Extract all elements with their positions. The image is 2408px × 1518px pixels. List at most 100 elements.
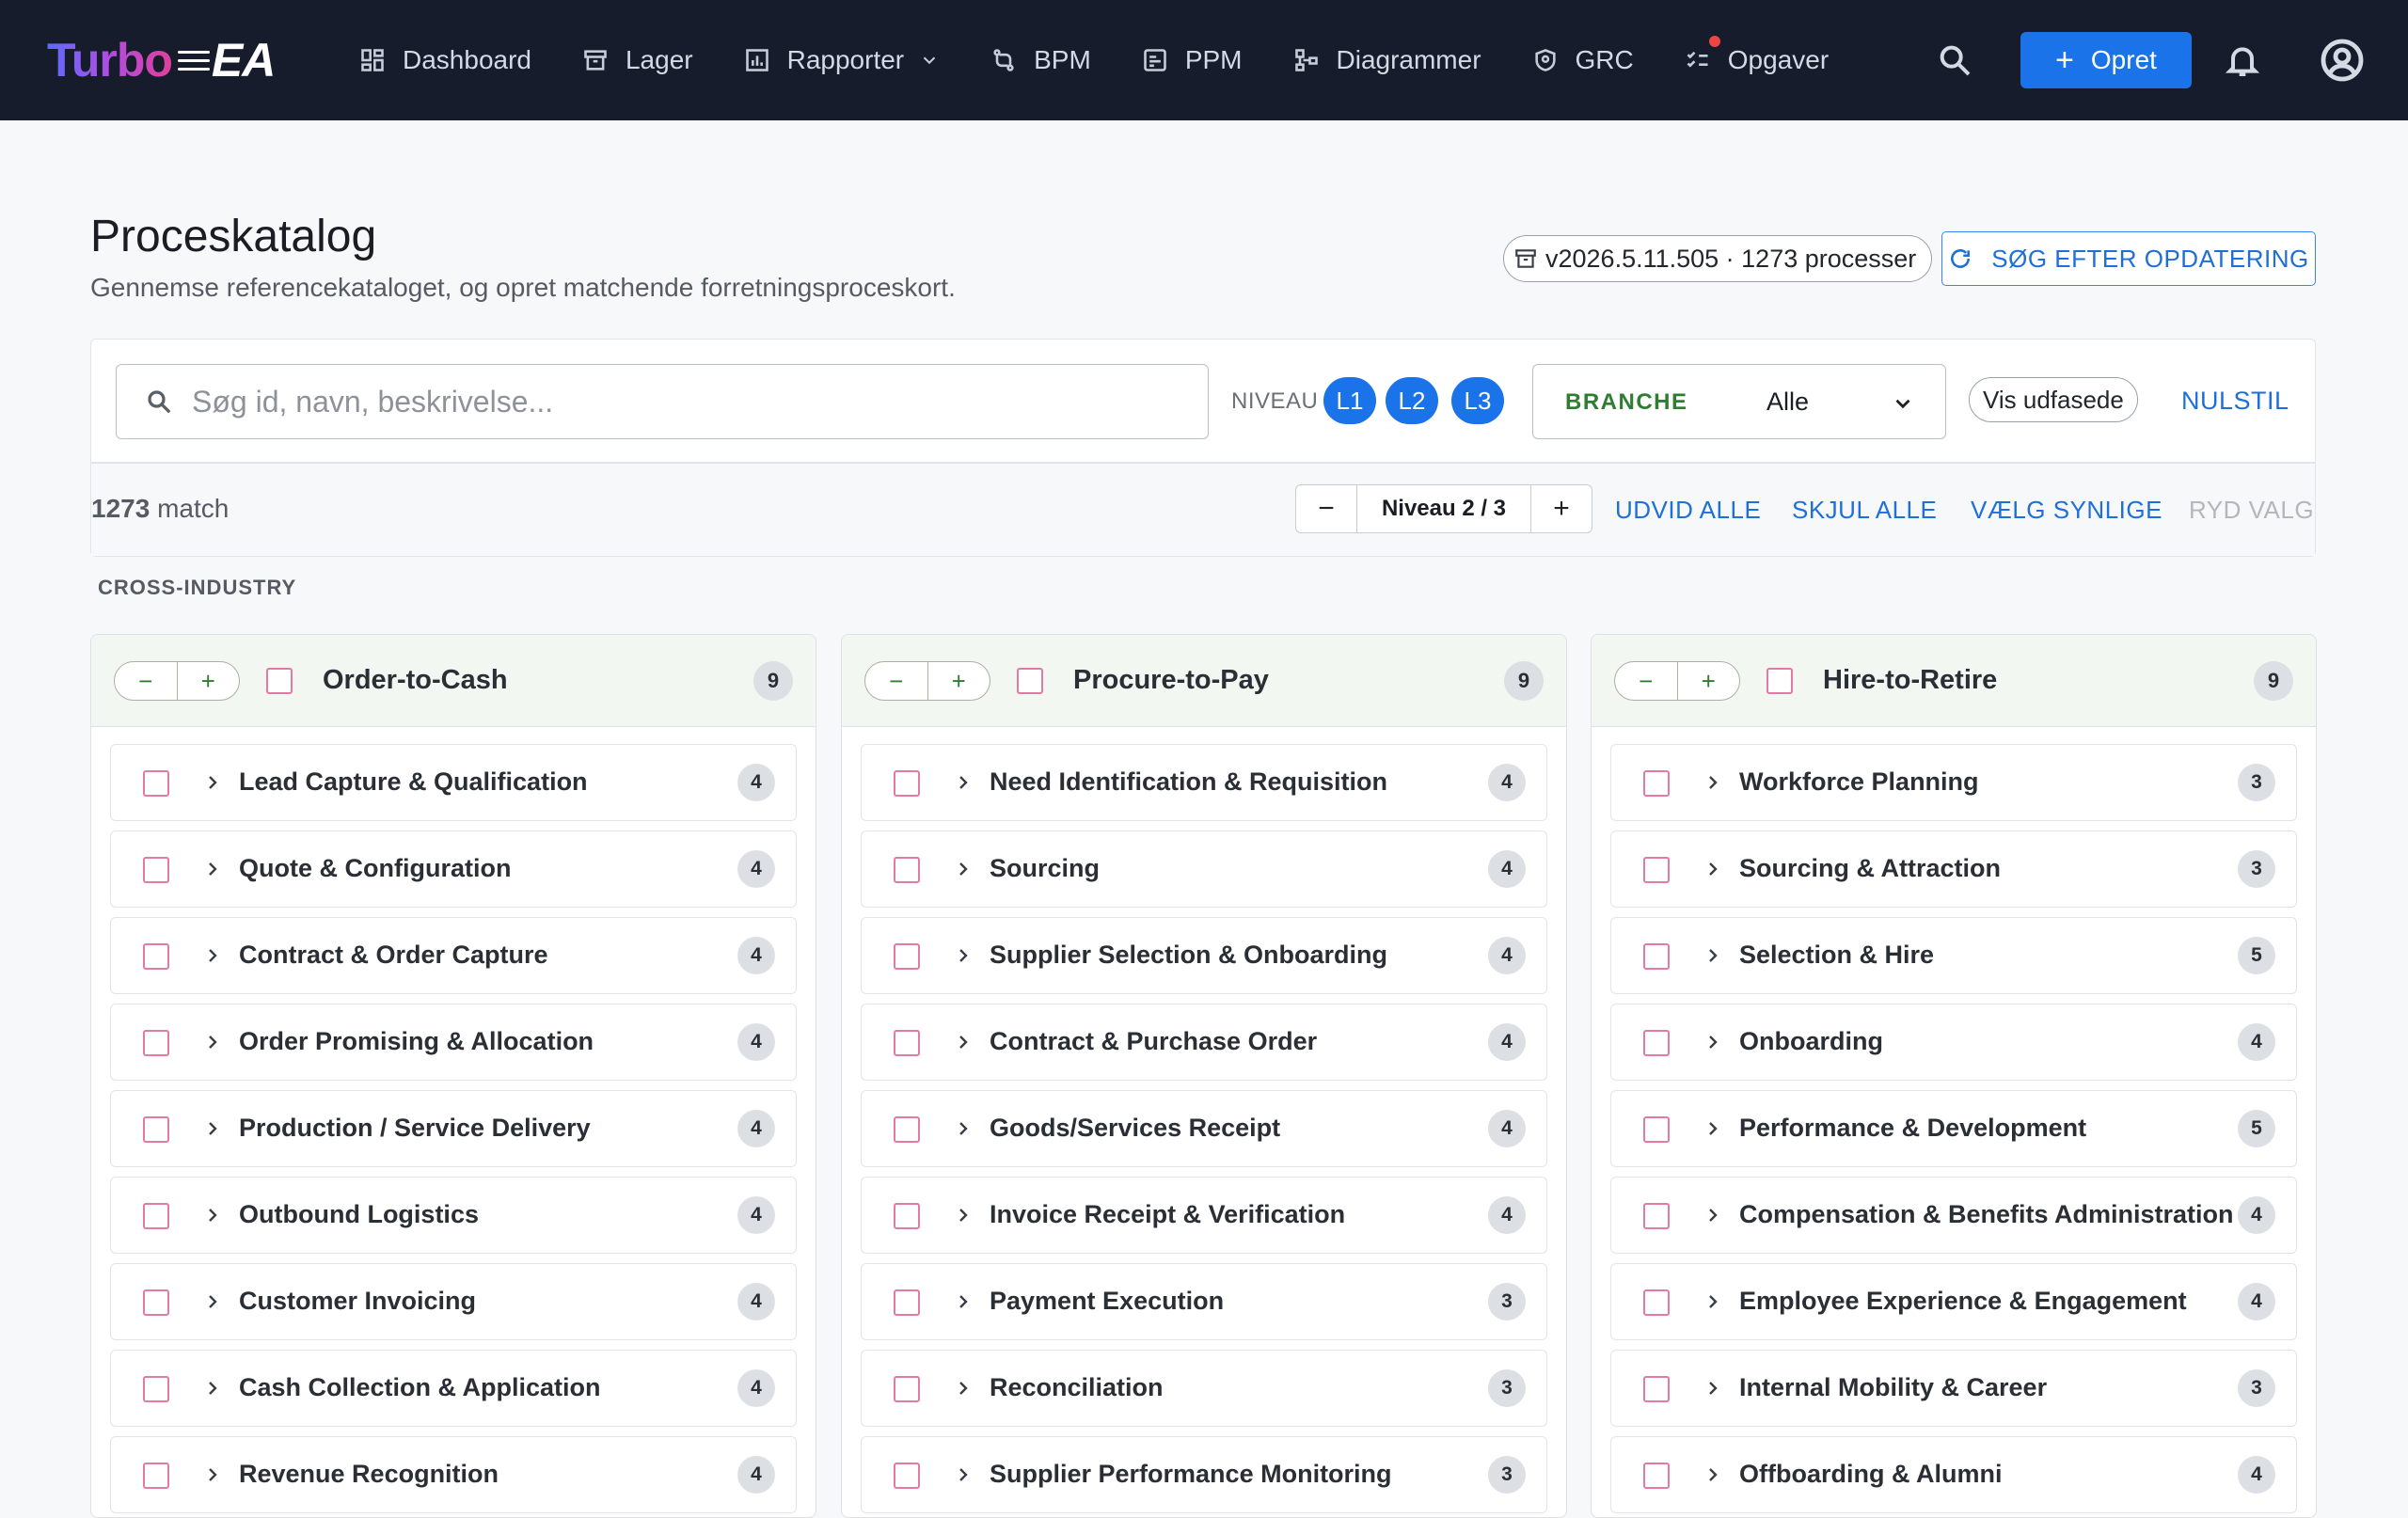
process-row[interactable]: Supplier Selection & Onboarding 4 (861, 917, 1547, 994)
chevron-right-icon[interactable] (1702, 942, 1724, 969)
process-row[interactable]: Need Identification & Requisition 4 (861, 744, 1547, 821)
process-row[interactable]: Outbound Logistics 4 (110, 1177, 797, 1254)
chevron-right-icon[interactable] (201, 1115, 224, 1142)
process-row[interactable]: Production / Service Delivery 4 (110, 1090, 797, 1167)
process-row[interactable]: Contract & Purchase Order 4 (861, 1004, 1547, 1081)
process-row[interactable]: Offboarding & Alumni 4 (1610, 1436, 2297, 1513)
collapse-button[interactable]: − (115, 662, 177, 700)
row-checkbox[interactable] (894, 770, 920, 797)
row-checkbox[interactable] (143, 1030, 169, 1056)
process-row[interactable]: Internal Mobility & Career 3 (1610, 1350, 2297, 1427)
nav-ppm[interactable]: PPM (1140, 0, 1243, 120)
nav-dashboard[interactable]: Dashboard (357, 0, 531, 120)
branche-select[interactable]: BRANCHE Alle (1532, 364, 1946, 439)
row-checkbox[interactable] (143, 1289, 169, 1316)
chevron-right-icon[interactable] (1702, 769, 1724, 796)
chevron-right-icon[interactable] (1702, 1115, 1724, 1142)
collapse-button[interactable]: − (865, 662, 927, 700)
row-checkbox[interactable] (1643, 770, 1670, 797)
row-checkbox[interactable] (894, 1463, 920, 1489)
column-checkbox[interactable] (1017, 668, 1043, 694)
nav-lager[interactable]: Lager (580, 0, 693, 120)
process-row[interactable]: Compensation & Benefits Administration 4 (1610, 1177, 2297, 1254)
chevron-right-icon[interactable] (952, 1289, 974, 1315)
chevron-right-icon[interactable] (1702, 1289, 1724, 1315)
row-checkbox[interactable] (894, 857, 920, 883)
expand-all-button[interactable]: UDVID ALLE (1615, 496, 1761, 525)
row-checkbox[interactable] (894, 1289, 920, 1316)
process-row[interactable]: Quote & Configuration 4 (110, 830, 797, 908)
row-checkbox[interactable] (894, 1376, 920, 1402)
process-row[interactable]: Contract & Order Capture 4 (110, 917, 797, 994)
chevron-right-icon[interactable] (201, 1462, 224, 1488)
row-checkbox[interactable] (894, 943, 920, 970)
check-update-button[interactable]: SØG EFTER OPDATERING (1941, 231, 2316, 286)
row-checkbox[interactable] (1643, 1203, 1670, 1229)
level-chip-l2[interactable]: L2 (1386, 377, 1438, 424)
row-checkbox[interactable] (1643, 1289, 1670, 1316)
chevron-right-icon[interactable] (952, 1029, 974, 1055)
chevron-right-icon[interactable] (952, 1202, 974, 1228)
process-row[interactable]: Performance & Development 5 (1610, 1090, 2297, 1167)
expand-button[interactable]: + (927, 662, 990, 700)
clear-selection-button[interactable]: RYD VALG (2189, 496, 2314, 525)
process-row[interactable]: Sourcing 4 (861, 830, 1547, 908)
process-row[interactable]: Supplier Performance Monitoring 3 (861, 1436, 1547, 1513)
row-checkbox[interactable] (1643, 1030, 1670, 1056)
row-checkbox[interactable] (143, 770, 169, 797)
process-row[interactable]: Onboarding 4 (1610, 1004, 2297, 1081)
row-checkbox[interactable] (143, 1463, 169, 1489)
row-checkbox[interactable] (1643, 1116, 1670, 1143)
level-decrease-button[interactable]: − (1296, 485, 1356, 532)
chevron-right-icon[interactable] (1702, 1029, 1724, 1055)
process-row[interactable]: Invoice Receipt & Verification 4 (861, 1177, 1547, 1254)
row-checkbox[interactable] (143, 1203, 169, 1229)
process-row[interactable]: Reconciliation 3 (861, 1350, 1547, 1427)
process-row[interactable]: Customer Invoicing 4 (110, 1263, 797, 1340)
row-checkbox[interactable] (1643, 943, 1670, 970)
process-row[interactable]: Goods/Services Receipt 4 (861, 1090, 1547, 1167)
collapse-all-button[interactable]: SKJUL ALLE (1792, 496, 1937, 525)
process-row[interactable]: Order Promising & Allocation 4 (110, 1004, 797, 1081)
chevron-right-icon[interactable] (952, 942, 974, 969)
search-icon[interactable] (1936, 41, 1973, 79)
row-checkbox[interactable] (143, 943, 169, 970)
row-checkbox[interactable] (1643, 1463, 1670, 1489)
account-icon[interactable] (2320, 38, 2365, 83)
nav-opgaver[interactable]: Opgaver (1683, 0, 1829, 120)
nav-bpm[interactable]: BPM (989, 0, 1091, 120)
row-checkbox[interactable] (143, 857, 169, 883)
chevron-right-icon[interactable] (201, 1375, 224, 1401)
chevron-right-icon[interactable] (201, 769, 224, 796)
nav-rapporter[interactable]: Rapporter (742, 0, 941, 120)
chevron-right-icon[interactable] (952, 856, 974, 882)
chevron-right-icon[interactable] (1702, 1375, 1724, 1401)
expand-button[interactable]: + (1676, 662, 1740, 700)
row-checkbox[interactable] (143, 1116, 169, 1143)
row-checkbox[interactable] (894, 1203, 920, 1229)
row-checkbox[interactable] (894, 1116, 920, 1143)
process-row[interactable]: Workforce Planning 3 (1610, 744, 2297, 821)
level-chip-l1[interactable]: L1 (1323, 377, 1376, 424)
chevron-right-icon[interactable] (201, 856, 224, 882)
reset-button[interactable]: NULSTIL (2181, 387, 2289, 416)
process-row[interactable]: Selection & Hire 5 (1610, 917, 2297, 994)
row-checkbox[interactable] (1643, 1376, 1670, 1402)
column-checkbox[interactable] (266, 668, 293, 694)
process-row[interactable]: Payment Execution 3 (861, 1263, 1547, 1340)
row-checkbox[interactable] (1643, 857, 1670, 883)
nav-diagrammer[interactable]: Diagrammer (1291, 0, 1481, 120)
process-row[interactable]: Revenue Recognition 4 (110, 1436, 797, 1513)
chevron-right-icon[interactable] (201, 942, 224, 969)
process-row[interactable]: Cash Collection & Application 4 (110, 1350, 797, 1427)
column-checkbox[interactable] (1766, 668, 1793, 694)
level-chip-l3[interactable]: L3 (1451, 377, 1504, 424)
bell-icon[interactable] (2224, 40, 2261, 81)
chevron-right-icon[interactable] (201, 1029, 224, 1055)
chevron-right-icon[interactable] (1702, 1462, 1724, 1488)
chevron-right-icon[interactable] (952, 1115, 974, 1142)
chevron-right-icon[interactable] (952, 769, 974, 796)
nav-grc[interactable]: GRC (1530, 0, 1634, 120)
collapse-button[interactable]: − (1615, 662, 1677, 700)
show-retired-chip[interactable]: Vis udfasede (1969, 377, 2138, 422)
